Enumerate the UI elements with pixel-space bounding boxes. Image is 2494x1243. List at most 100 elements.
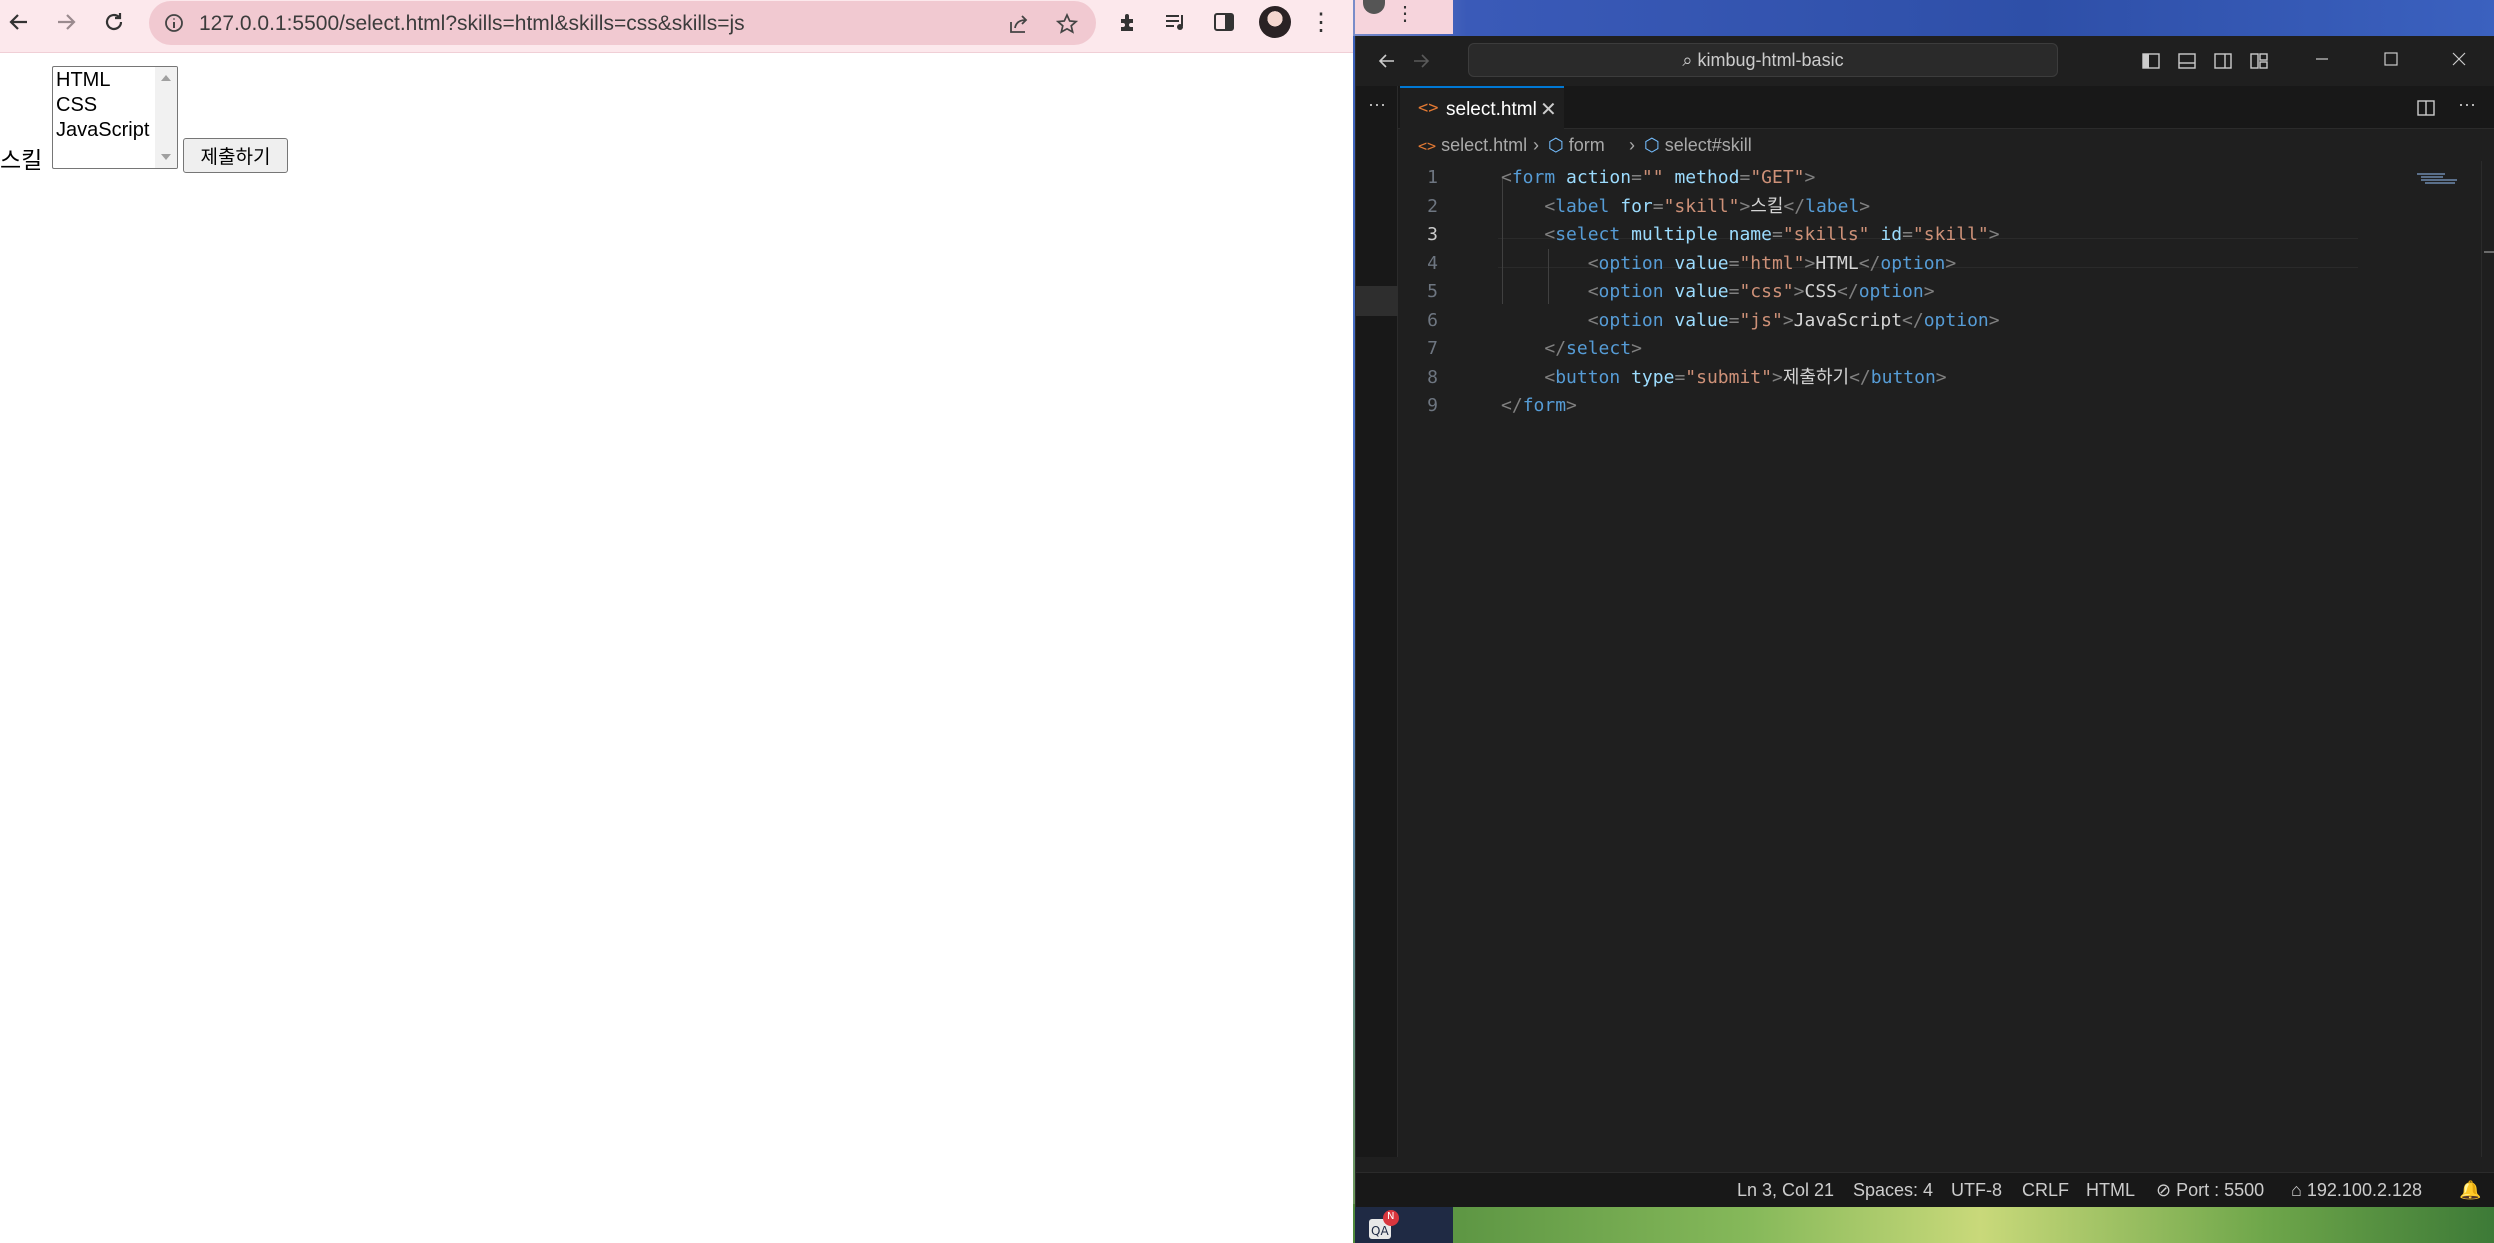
split-editor-icon[interactable] (2413, 95, 2439, 121)
language-mode[interactable]: HTML (2086, 1180, 2135, 1201)
tab-close-icon[interactable]: ✕ (1540, 97, 1557, 122)
editor-more-icon[interactable]: ··· (2458, 94, 2476, 115)
side-panel-icon[interactable] (1209, 7, 1239, 37)
maximize-button[interactable] (2371, 44, 2411, 74)
maximize-icon (2384, 52, 2398, 66)
browser-toolbar: 127.0.0.1:5500/select.html?skills=html&s… (0, 0, 1353, 53)
minimap[interactable] (2417, 161, 2477, 1157)
nav-forward-icon[interactable] (1408, 48, 1434, 74)
browser-menu-icon[interactable]: ⋮ (1306, 7, 1336, 37)
command-center[interactable]: ⌕ kimbug-html-basic (1468, 43, 2058, 77)
address-bar[interactable]: 127.0.0.1:5500/select.html?skills=html&s… (149, 1, 1096, 45)
qa-app-icon: QA (1369, 1210, 1399, 1239)
line-number: 7 (1427, 338, 1438, 359)
info-icon[interactable] (163, 12, 185, 34)
breadcrumb-file[interactable]: <> select.html (1418, 135, 1527, 156)
nav-back-icon[interactable] (1374, 48, 1400, 74)
chevron-right-icon: › (1533, 135, 1539, 155)
share-icon[interactable] (1006, 11, 1032, 37)
reload-button[interactable] (97, 5, 131, 39)
bookmark-star-icon[interactable] (1054, 11, 1080, 37)
workspace-name: kimbug-html-basic (1697, 50, 1844, 70)
cursor-position[interactable]: Ln 3, Col 21 (1737, 1180, 1834, 1201)
breadcrumb-form-label: form (1568, 135, 1605, 155)
toggle-primary-sidebar-icon[interactable] (2138, 48, 2164, 74)
search-icon: ⌕ (1682, 50, 1693, 70)
circle-slash-icon: ⊘ (2156, 1180, 2172, 1200)
line-number: 5 (1427, 281, 1438, 302)
close-icon (2452, 52, 2466, 66)
page-content: 스킬 HTML CSS JavaScript 제출하기 (0, 54, 1353, 1243)
active-line-marker (1356, 286, 1398, 316)
code-line[interactable]: <option value="css">CSS</option> (1501, 278, 1935, 306)
code-editor[interactable]: 123456789 <form action="" method="GET"> … (1398, 161, 2494, 1157)
close-window-button[interactable] (2439, 44, 2479, 74)
skill-label: 스킬 (0, 148, 43, 174)
tab-label: select.html (1446, 99, 1537, 120)
background-window-tile[interactable]: ⋮ (1355, 0, 1453, 34)
screen: ⋮ QA N 127.0.0.1:5500/select.html?skills… (0, 0, 2494, 1243)
extensions-icon[interactable] (1113, 7, 1143, 37)
customize-layout-icon[interactable] (2246, 48, 2272, 74)
toggle-secondary-sidebar-icon[interactable] (2210, 48, 2236, 74)
eol-setting[interactable]: CRLF (2022, 1180, 2069, 1201)
back-button[interactable] (2, 5, 36, 39)
minimize-icon (2316, 58, 2328, 60)
option-html[interactable]: HTML (56, 68, 110, 93)
profile-avatar[interactable] (1259, 6, 1291, 38)
breadcrumb-select[interactable]: ⬡ select#skill (1644, 135, 1752, 156)
notifications-bell-icon[interactable]: 🔔 (2459, 1180, 2481, 1201)
skills-listbox[interactable]: HTML CSS JavaScript (52, 66, 178, 169)
code-line[interactable]: <button type="submit">제출하기</button> (1501, 364, 1946, 392)
media-control-icon[interactable] (1160, 7, 1190, 37)
tab-select-html[interactable]: <> select.html ✕ (1400, 86, 1564, 129)
element-icon: ⬡ (1644, 135, 1660, 155)
code-line[interactable]: </select> (1501, 335, 1642, 363)
line-number: 9 (1427, 395, 1438, 416)
forward-button[interactable] (49, 5, 83, 39)
code-line[interactable]: <form action="" method="GET"> (1501, 164, 1815, 192)
reload-icon (105, 13, 123, 31)
listbox-scrollbar[interactable] (155, 67, 177, 168)
scroll-position-marker (2484, 251, 2494, 253)
taskbar-app-tile[interactable]: QA N (1355, 1207, 1453, 1243)
activity-bar: ··· (1356, 86, 1398, 1157)
title-bar: ⌕ kimbug-html-basic (1356, 36, 2494, 86)
element-icon: ⬡ (1548, 135, 1564, 155)
code-line[interactable]: <select multiple name="skills" id="skill… (1501, 221, 1999, 249)
more-actions-icon[interactable]: ··· (1356, 94, 1398, 115)
html-file-icon: <> (1418, 98, 1439, 118)
scroll-up-icon[interactable] (161, 75, 171, 81)
option-css[interactable]: CSS (56, 93, 97, 118)
browser-window: 127.0.0.1:5500/select.html?skills=html&s… (0, 0, 1353, 1243)
indentation-setting[interactable]: Spaces: 4 (1853, 1180, 1933, 1201)
arrow-right-icon (58, 14, 76, 30)
editor-tabs: <> select.html ✕ ··· (1398, 86, 2494, 129)
code-line[interactable]: </form> (1501, 392, 1577, 420)
host-address[interactable]: ⌂ 192.100.2.128 (2291, 1180, 2422, 1201)
desktop-wallpaper-top (1353, 0, 2494, 36)
encoding-setting[interactable]: UTF-8 (1951, 1180, 2002, 1201)
live-server-port[interactable]: ⊘ Port : 5500 (2156, 1180, 2264, 1201)
option-javascript[interactable]: JavaScript (56, 118, 149, 143)
address-url[interactable]: 127.0.0.1:5500/select.html?skills=html&s… (199, 12, 745, 36)
line-number: 8 (1427, 366, 1438, 388)
editor-scrollbar[interactable] (2481, 161, 2494, 1157)
breadcrumb-form[interactable]: ⬡ form (1548, 135, 1605, 156)
minimize-button[interactable] (2302, 44, 2342, 74)
svg-text:QA: QA (1371, 1224, 1389, 1238)
notification-badge: N (1387, 1211, 1395, 1222)
breadcrumb: <> select.html › ⬡ form › ⬡ select#skill (1398, 129, 2494, 161)
breadcrumb-file-label: select.html (1441, 135, 1528, 155)
line-number: 6 (1427, 309, 1438, 331)
host-address-label: 192.100.2.128 (2306, 1180, 2423, 1200)
code-line[interactable]: <label for="skill">스킬</label> (1501, 193, 1870, 221)
code-line[interactable]: <option value="js">JavaScript</option> (1501, 307, 2000, 335)
submit-button[interactable]: 제출하기 (183, 138, 288, 173)
scroll-down-icon[interactable] (161, 154, 171, 160)
live-server-port-label: Port : 5500 (2176, 1180, 2265, 1200)
code-line[interactable]: <option value="html">HTML</option> (1501, 250, 1957, 278)
avatar-icon (1363, 0, 1385, 14)
more-icon[interactable]: ⋮ (1395, 1, 1415, 26)
toggle-panel-icon[interactable] (2174, 48, 2200, 74)
